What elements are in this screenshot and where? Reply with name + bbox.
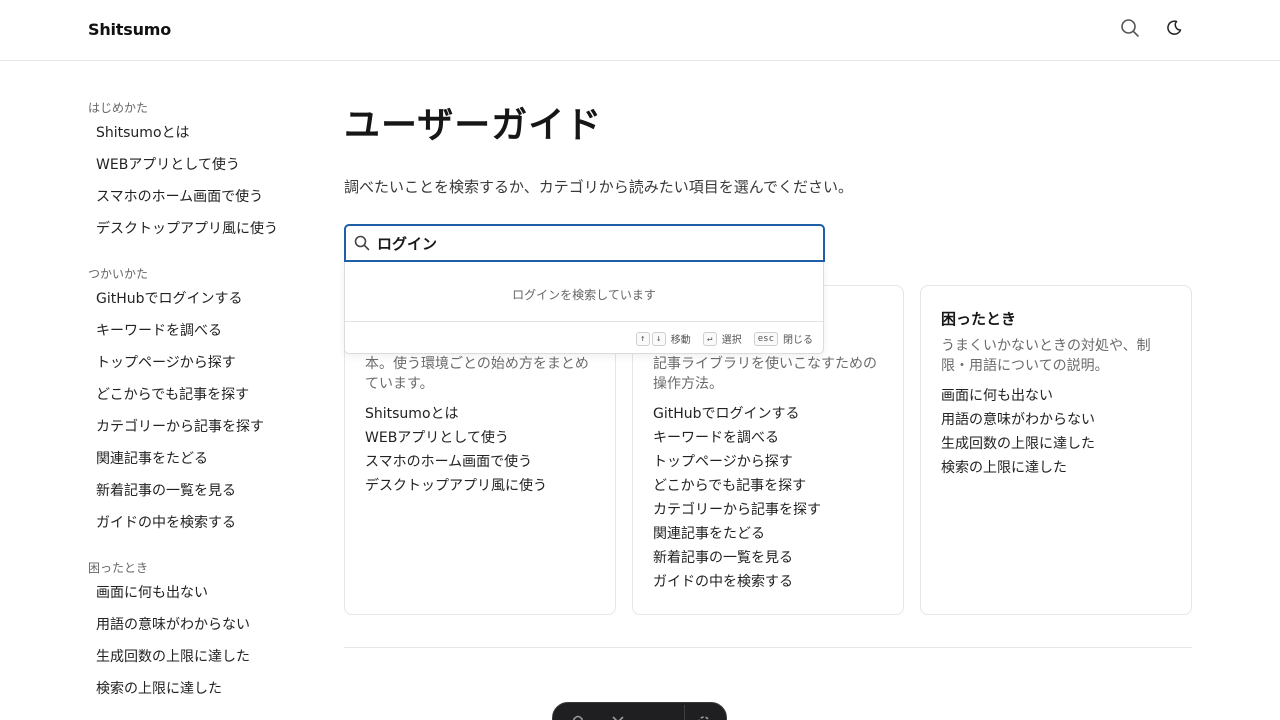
card-link[interactable]: 生成回数の上限に達した: [941, 434, 1171, 458]
sidebar-item[interactable]: どこからでも記事を探す: [88, 386, 308, 418]
card-link[interactable]: WEBアプリとして使う: [365, 428, 595, 452]
search-input[interactable]: [377, 231, 797, 255]
sidebar-group: つかいかた GitHubでログインする キーワードを調べる トップページから探す どこか…: [88, 266, 308, 546]
sidebar-item[interactable]: Shitsumoとは: [88, 124, 308, 156]
tool-icon[interactable]: [569, 711, 587, 720]
key-hint: esc: [753, 331, 778, 346]
site-brand[interactable]: Shitsumo: [88, 20, 171, 39]
hint-label: 選択: [721, 335, 742, 346]
keyboard-hints: ↑ ↓ 移動 ↵ 選択 esc 閉じる: [635, 331, 813, 346]
sidebar-heading: はじめかた: [88, 101, 149, 115]
search-icon: [1120, 18, 1140, 42]
card-link[interactable]: 検索の上限に達した: [941, 458, 1171, 482]
card-link[interactable]: 関連記事をたどる: [653, 524, 883, 548]
card-link[interactable]: 用語の意味がわからない: [941, 410, 1171, 434]
page-title: ユーザーガイド: [344, 105, 603, 146]
sidebar-item[interactable]: トップページから探す: [88, 354, 308, 386]
moon-icon: [1166, 20, 1182, 40]
sidebar-item[interactable]: 用語の意味がわからない: [88, 616, 308, 648]
sidebar-item[interactable]: デスクトップアプリ風に使う: [88, 220, 308, 252]
sidebar-item[interactable]: WEBアプリとして使う: [88, 156, 308, 188]
card-link[interactable]: Shitsumoとは: [365, 404, 595, 428]
sidebar-item[interactable]: ガイドの中を検索する: [88, 514, 308, 546]
section-divider: [344, 647, 1192, 648]
site-header: Shitsumo: [0, 0, 1280, 61]
page-lead: 調べたいことを検索するか、カテゴリから読みたい項目を選んでください。: [344, 178, 853, 196]
key-hint: ↑: [635, 331, 650, 346]
sidebar-item[interactable]: 生成回数の上限に達した: [88, 648, 308, 680]
card-link[interactable]: カテゴリーから記事を探す: [653, 500, 883, 524]
card-link[interactable]: 画面に何も出ない: [941, 386, 1171, 410]
card-title[interactable]: 困ったとき: [941, 308, 1171, 328]
settings-icon[interactable]: [695, 711, 713, 720]
sidebar-heading: つかいかた: [88, 267, 149, 281]
sidebar-nav: はじめかた Shitsumoとは WEBアプリとして使う スマホのホーム画面で使う デス…: [88, 100, 308, 720]
header-search-button[interactable]: [1116, 16, 1144, 44]
menu-icon[interactable]: [651, 711, 669, 720]
toolbar-separator: [684, 705, 685, 720]
card-link[interactable]: 新着記事の一覧を見る: [653, 548, 883, 572]
guide-search-box[interactable]: [344, 224, 825, 262]
hand-icon[interactable]: [609, 711, 627, 720]
sidebar-item[interactable]: 画面に何も出ない: [88, 584, 308, 616]
search-icon: [354, 235, 370, 255]
sidebar-item[interactable]: 検索の上限に達した: [88, 680, 308, 712]
sidebar-item[interactable]: 関連記事をたどる: [88, 450, 308, 482]
card-description: うまくいかないときの対処や、制限・用語についての説明。: [941, 338, 1151, 374]
card-link[interactable]: キーワードを調べる: [653, 428, 883, 452]
hint-label: 閉じる: [783, 335, 813, 346]
search-status: ログインを検索しています: [512, 288, 656, 302]
category-card: 困ったときうまくいかないときの対処や、制限・用語についての説明。画面に何も出ない…: [920, 285, 1192, 615]
card-link[interactable]: デスクトップアプリ風に使う: [365, 476, 595, 500]
card-link[interactable]: スマホのホーム画面で使う: [365, 452, 595, 476]
search-results-dropdown: ログインを検索しています ↑ ↓ 移動 ↵ 選択 esc 閉じる: [344, 260, 824, 354]
sidebar-item[interactable]: 新着記事の一覧を見る: [88, 482, 308, 514]
card-description: 本。使う環境ごとの始め方をまとめています。: [365, 356, 589, 392]
key-hint: ↓: [651, 331, 666, 346]
sidebar-group: 困ったとき画面に何も出ない 用語の意味がわからない 生成回数の上限に達した 検索の上限…: [88, 560, 308, 712]
card-description: 記事ライブラリを使いこなすための操作方法。: [653, 356, 877, 392]
key-hint: ↵: [702, 331, 717, 346]
card-link[interactable]: トップページから探す: [653, 452, 883, 476]
sidebar-group: はじめかた Shitsumoとは WEBアプリとして使う スマホのホーム画面で使う デス…: [88, 100, 308, 252]
sidebar-item[interactable]: キーワードを調べる: [88, 322, 308, 354]
theme-toggle-button[interactable]: [1160, 16, 1188, 44]
sidebar-item[interactable]: GitHubでログインする: [88, 290, 308, 322]
hint-label: 移動: [670, 335, 691, 346]
card-link[interactable]: どこからでも記事を探す: [653, 476, 883, 500]
sidebar-heading: 困ったとき: [88, 561, 149, 575]
card-link[interactable]: ガイドの中を検索する: [653, 572, 883, 596]
sidebar-item[interactable]: スマホのホーム画面で使う: [88, 188, 308, 220]
floating-toolbar: [552, 702, 727, 720]
sidebar-item[interactable]: カテゴリーから記事を探す: [88, 418, 308, 450]
search-hints-footer: ↑ ↓ 移動 ↵ 選択 esc 閉じる: [345, 321, 823, 353]
card-link[interactable]: GitHubでログインする: [653, 404, 883, 428]
